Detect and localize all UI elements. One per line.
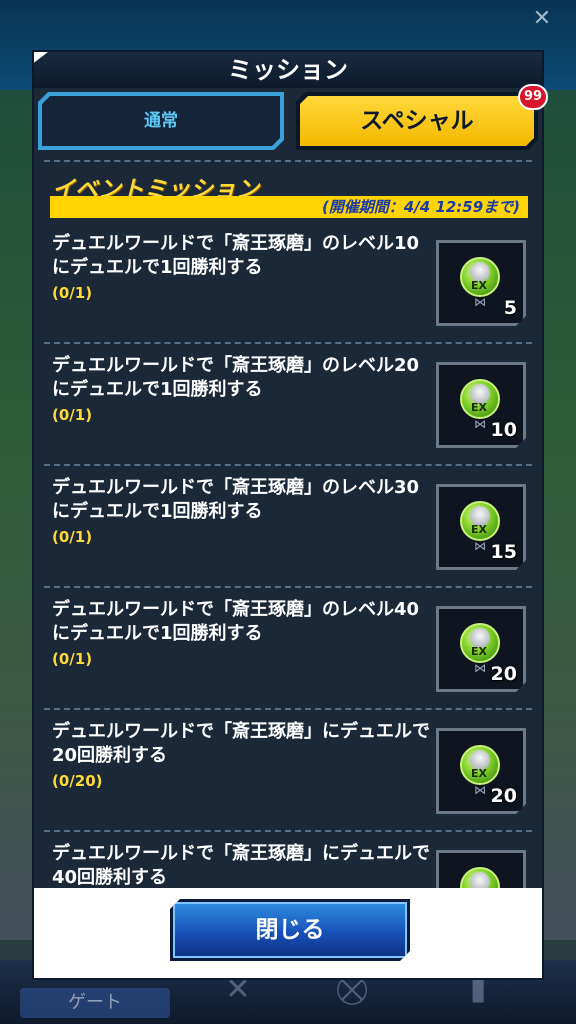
notification-badge: 99 — [518, 84, 548, 110]
ex-medal-icon: EX — [460, 623, 500, 663]
mission-title: デュエルワールドで「斎王琢磨」にデュエルで40回勝利する — [52, 843, 430, 888]
mission-list[interactable]: デュエルワールドで「斎王琢磨」のレベル10にデュエルで1回勝利する (0/1) … — [34, 232, 542, 888]
mission-item: デュエルワールドで「斎王琢磨」のレベル30にデュエルで1回勝利する (0/1) … — [34, 476, 542, 598]
mission-dialog: ミッション 通常 スペシャル 99 イベントミッション (開催期間：4/4 12… — [32, 50, 548, 980]
reward-count: 5 — [503, 297, 517, 319]
background-scene-left — [0, 90, 34, 940]
close-button[interactable]: 閉じる — [170, 899, 410, 961]
medal-ribbon-icon: ⋈ — [474, 417, 486, 431]
mission-title: デュエルワールドで「斎王琢磨」のレベル30にデュエルで1回勝利する — [52, 477, 420, 522]
medal-ex-label: EX — [471, 645, 487, 658]
mission-progress: (0/20) — [52, 772, 103, 790]
medal-face — [470, 872, 490, 888]
ex-medal-icon: EX — [460, 501, 500, 541]
tab-special-face: スペシャル — [300, 96, 534, 146]
mission-progress: (0/1) — [52, 406, 93, 424]
tab-normal-label: 通常 — [144, 111, 178, 131]
tab-special-label: スペシャル — [360, 108, 474, 134]
medal-ribbon-icon: ⋈ — [474, 295, 486, 309]
mission-progress: (0/1) — [52, 284, 93, 302]
medal-ex-label: EX — [471, 279, 487, 292]
section-divider — [44, 160, 532, 162]
ex-medal-icon: EX — [460, 745, 500, 785]
medal-ex-label: EX — [471, 523, 487, 536]
reward-count: 20 — [490, 785, 517, 807]
ex-medal-icon: EX — [460, 867, 500, 888]
reward-box[interactable]: EX ⋈ 20 — [436, 606, 526, 692]
medal-ribbon-icon: ⋈ — [474, 661, 486, 675]
reward-box[interactable]: EX ⋈ 10 — [436, 362, 526, 448]
mission-divider — [44, 830, 532, 832]
tab-special[interactable]: スペシャル — [296, 92, 538, 150]
reward-box[interactable]: EX ⋈ 20 — [436, 728, 526, 814]
mission-progress: (0/1) — [52, 650, 93, 668]
mission-item: デュエルワールドで「斎王琢磨」のレベル40にデュエルで1回勝利する (0/1) … — [34, 598, 542, 720]
event-period-bar: (開催期間：4/4 12:59まで) — [50, 196, 528, 218]
reward-box[interactable]: EX ⋈ 15 — [436, 484, 526, 570]
reward-count: 10 — [490, 419, 517, 441]
gate-nav-button: ゲート — [20, 988, 170, 1018]
medal-ex-label: EX — [471, 401, 487, 414]
mission-item: デュエルワールドで「斎王琢磨」のレベル20にデュエルで1回勝利する (0/1) … — [34, 354, 542, 476]
background-scene-right — [542, 90, 576, 940]
reward-count: 20 — [490, 663, 517, 685]
close-button-label: 閉じる — [255, 917, 325, 943]
dialog-title: ミッション — [228, 56, 348, 84]
mission-title: デュエルワールドで「斎王琢磨」のレベル40にデュエルで1回勝利する — [52, 599, 420, 644]
mission-divider — [44, 342, 532, 344]
ex-medal-icon: EX — [460, 379, 500, 419]
reward-count: 15 — [490, 541, 517, 563]
ex-medal-icon: EX — [460, 257, 500, 297]
tab-normal-face: 通常 — [42, 96, 280, 146]
mission-divider — [44, 586, 532, 588]
medal-ex-label: EX — [471, 767, 487, 780]
medal-ribbon-icon: ⋈ — [474, 783, 486, 797]
mission-item: デュエルワールドで「斎王琢磨」にデュエルで20回勝利する (0/20) EX ⋈… — [34, 720, 542, 842]
mission-item: デュエルワールドで「斎王琢磨」にデュエルで40回勝利する EX — [34, 842, 542, 888]
signal-off-icon: ✕ — [532, 6, 552, 31]
mission-item: デュエルワールドで「斎王琢磨」のレベル10にデュエルで1回勝利する (0/1) … — [34, 232, 542, 354]
mission-progress: (0/1) — [52, 528, 93, 546]
mission-title: デュエルワールドで「斎王琢磨」のレベル10にデュエルで1回勝利する — [52, 233, 420, 278]
tab-normal[interactable]: 通常 — [38, 92, 284, 150]
reward-box[interactable]: EX ⋈ 5 — [436, 240, 526, 326]
mission-title: デュエルワールドで「斎王琢磨」のレベル20にデュエルで1回勝利する — [52, 355, 420, 400]
mission-title: デュエルワールドで「斎王琢磨」にデュエルで20回勝利する — [52, 721, 430, 766]
event-period-text: (開催期間：4/4 12:59まで) — [321, 198, 520, 216]
reward-box[interactable]: EX — [436, 850, 526, 888]
dialog-content: 通常 スペシャル 99 イベントミッション (開催期間：4/4 12:59まで)… — [34, 84, 548, 888]
mission-divider — [44, 708, 532, 710]
medal-ribbon-icon: ⋈ — [474, 539, 486, 553]
mission-divider — [44, 464, 532, 466]
